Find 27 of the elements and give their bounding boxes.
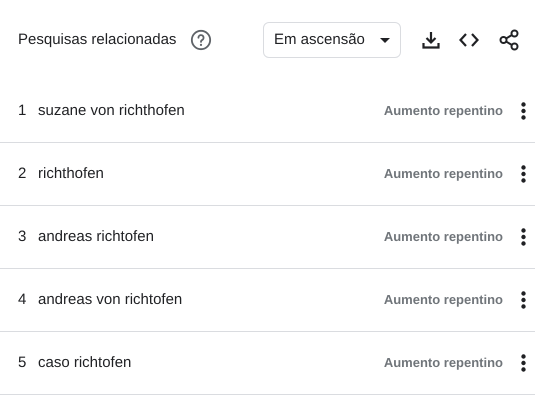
- more-icon: [520, 165, 526, 183]
- query-link[interactable]: richthofen: [38, 162, 104, 186]
- share-icon[interactable]: [499, 29, 519, 51]
- caret-icon: [380, 38, 390, 42]
- more-icon: [520, 354, 526, 372]
- code-icon[interactable]: [459, 32, 479, 48]
- trend-value: Aumento repentino: [384, 165, 503, 184]
- trend-value: Aumento repentino: [384, 354, 503, 372]
- query-link[interactable]: suzane von richthofen: [38, 100, 185, 122]
- more-icon: [520, 228, 526, 246]
- trend-value: Aumento repentino: [384, 228, 503, 246]
- help-icon[interactable]: [190, 29, 212, 51]
- more-icon: [520, 291, 526, 309]
- panel-title: Pesquisas relacionadas: [18, 30, 176, 50]
- more-icon: [520, 102, 526, 120]
- rank-number: 1: [18, 100, 28, 121]
- filter-dropdown[interactable]: Em ascensão: [263, 22, 401, 58]
- query-link[interactable]: andreas von richtofen: [38, 288, 182, 312]
- download-icon[interactable]: [421, 30, 441, 50]
- rank-number: 4: [18, 290, 28, 310]
- rank-number: 5: [18, 352, 28, 373]
- trend-value: Aumento repentino: [384, 102, 503, 120]
- query-link[interactable]: andreas richtofen: [38, 226, 154, 248]
- rank-number: 3: [18, 226, 28, 247]
- trend-value: Aumento repentino: [384, 291, 503, 310]
- rank-number: 2: [18, 164, 28, 184]
- query-link[interactable]: caso richtofen: [38, 352, 132, 374]
